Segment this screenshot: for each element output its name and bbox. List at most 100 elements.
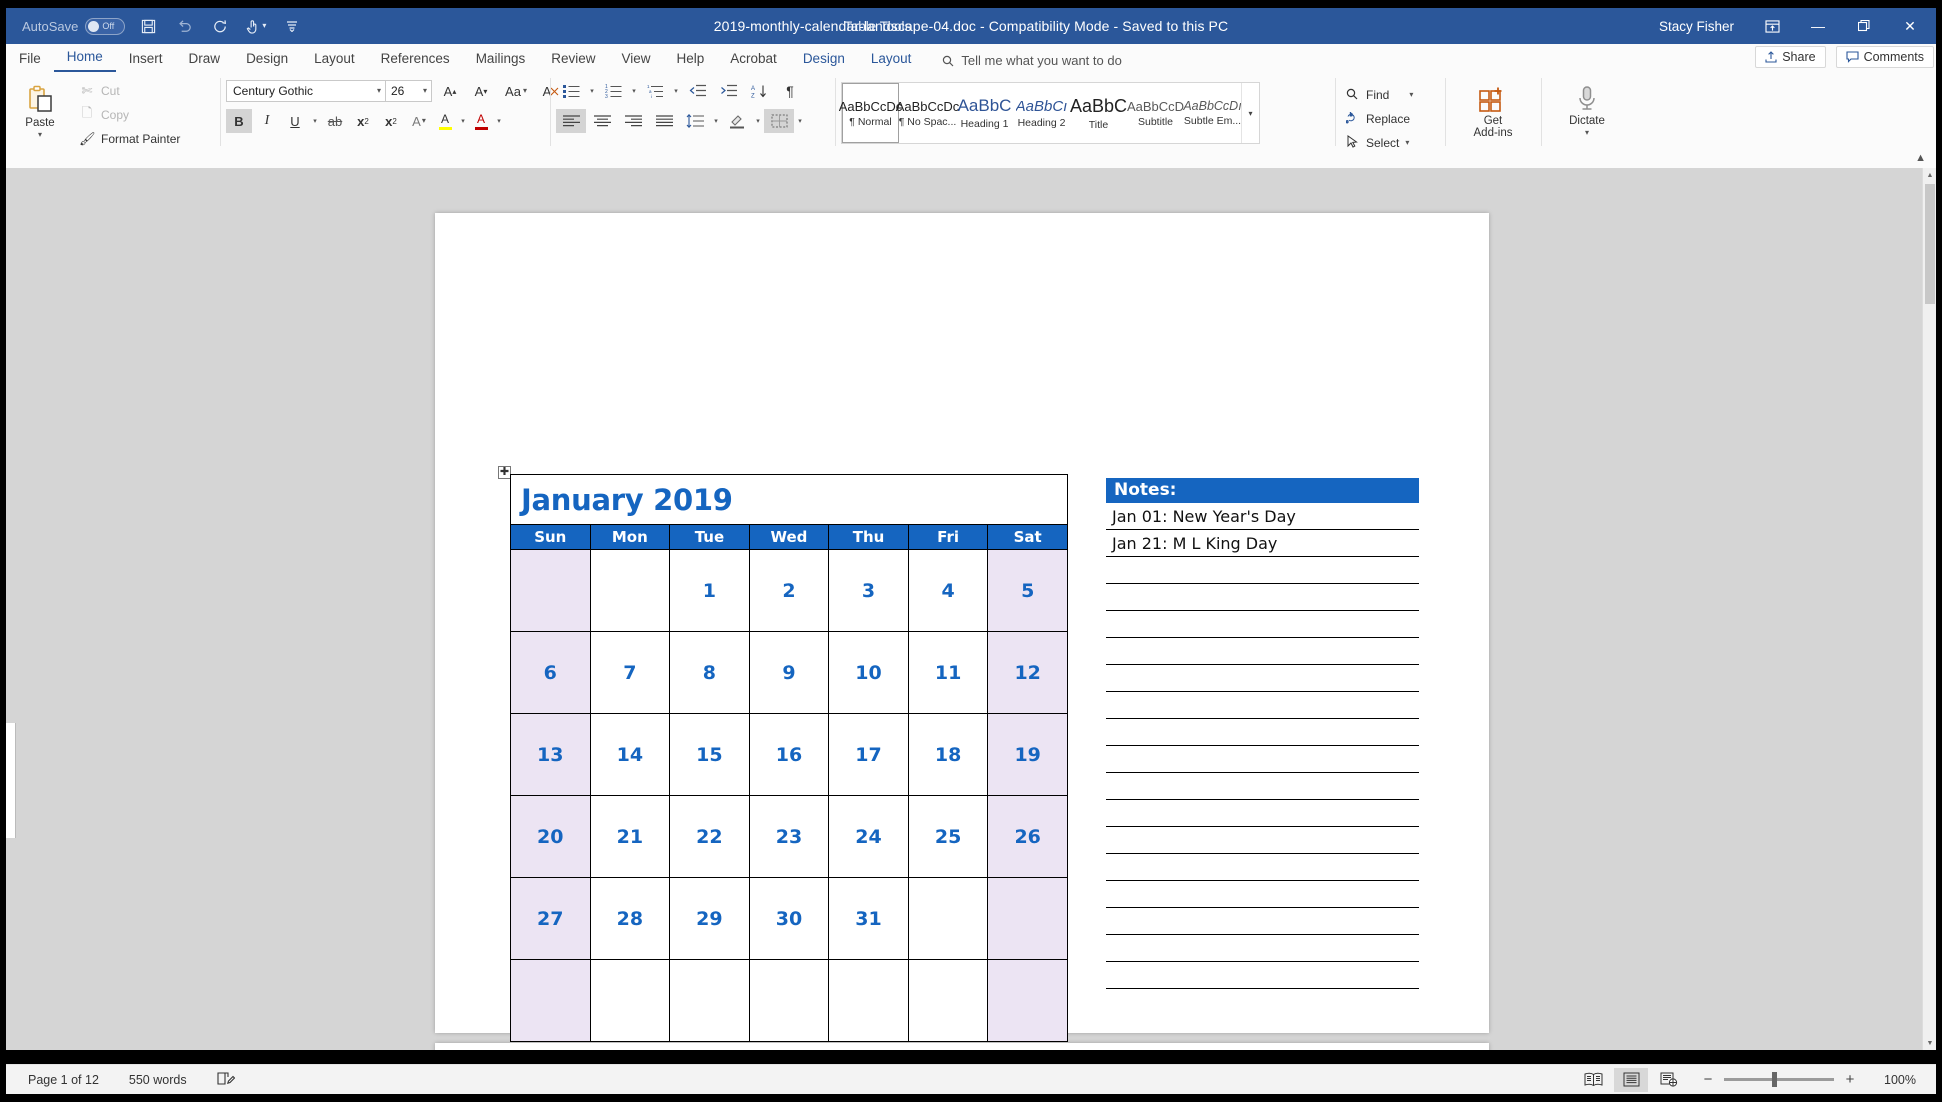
paste-button[interactable]: Paste ▾	[12, 82, 68, 139]
get-addins-button[interactable]: Get Add-ins	[1455, 82, 1531, 139]
calendar-day-31[interactable]: 31	[828, 877, 909, 960]
text-effects-button[interactable]: A ▾	[406, 109, 432, 133]
change-case-button[interactable]: Aa ▾	[499, 79, 533, 103]
find-caret-icon[interactable]: ▾	[1409, 91, 1413, 99]
style-subtitle[interactable]: AaBbCcD Subtitle	[1127, 83, 1184, 143]
read-mode-icon[interactable]	[1576, 1068, 1610, 1092]
note-blank-line[interactable]	[1106, 773, 1419, 800]
select-caret-icon[interactable]: ▾	[1405, 139, 1409, 147]
collapse-ribbon-icon[interactable]: ▲	[1915, 152, 1926, 164]
zoom-slider-thumb[interactable]	[1772, 1072, 1777, 1087]
shading-caret-icon[interactable]: ▾	[753, 117, 763, 125]
cut-button[interactable]: ✄ Cut	[76, 80, 186, 102]
note-blank-line[interactable]	[1106, 908, 1419, 935]
calendar-table[interactable]: January 2019 Sun Mon Tue Wed Thu Fri Sat 1 2 3 4 5 6 7…	[510, 474, 1068, 1042]
ribbon-tab-mailings[interactable]: Mailings	[463, 47, 539, 72]
calendar-day-19[interactable]: 19	[987, 713, 1068, 796]
note-blank-line[interactable]	[1106, 719, 1419, 746]
numbering-caret-icon[interactable]: ▾	[629, 87, 639, 95]
calendar-day-30[interactable]: 30	[748, 877, 830, 960]
find-button[interactable]: Find ▾	[1341, 84, 1419, 106]
calendar-day-1[interactable]: 1	[669, 549, 750, 632]
align-left-icon[interactable]	[556, 109, 586, 133]
calendar-day-28[interactable]: 28	[589, 877, 671, 960]
note-blank-line[interactable]	[1106, 746, 1419, 773]
format-painter-button[interactable]: 🖌 Format Painter	[76, 128, 186, 150]
ribbon-tab-review[interactable]: Review	[538, 47, 608, 72]
calendar-day-26[interactable]: 26	[987, 795, 1068, 878]
font-color-caret-icon[interactable]: ▾	[494, 117, 504, 125]
calendar-day-2[interactable]: 2	[748, 549, 830, 632]
share-button[interactable]: Share	[1755, 46, 1826, 68]
zoom-out-button[interactable]: −	[1702, 1071, 1714, 1088]
style-heading-2[interactable]: AaBbCı Heading 2	[1013, 83, 1070, 143]
dictate-button[interactable]: Dictate ▾	[1559, 82, 1615, 137]
calendar-day-empty[interactable]	[589, 549, 671, 632]
word-count[interactable]: 550 words	[129, 1073, 187, 1087]
calendar-day-15[interactable]: 15	[669, 713, 750, 796]
note-entry[interactable]: Jan 01: New Year's Day	[1106, 503, 1419, 530]
underline-button[interactable]: U	[282, 109, 308, 133]
show-formatting-marks-icon[interactable]: ¶	[775, 79, 805, 103]
copy-button[interactable]: 🗋 Copy	[76, 104, 186, 126]
vertical-scrollbar[interactable]: ▲ ▼	[1922, 168, 1936, 1050]
scroll-down-arrow-icon[interactable]: ▼	[1923, 1036, 1936, 1050]
calendar-day-empty[interactable]	[987, 877, 1068, 960]
ribbon-display-options-icon[interactable]	[1750, 8, 1794, 44]
calendar-month-title[interactable]: January 2019	[510, 474, 1068, 525]
calendar-day-empty[interactable]	[907, 877, 989, 960]
bold-button[interactable]: B	[226, 109, 252, 133]
calendar-day-10[interactable]: 10	[828, 631, 909, 714]
ribbon-tab-view[interactable]: View	[608, 47, 663, 72]
ribbon-tab-design-table[interactable]: Design	[790, 47, 858, 72]
account-name[interactable]: Stacy Fisher	[1659, 19, 1734, 34]
ribbon-tab-draw[interactable]: Draw	[176, 47, 234, 72]
note-blank-line[interactable]	[1106, 611, 1419, 638]
calendar-day-22[interactable]: 22	[669, 795, 750, 878]
calendar-day-empty[interactable]	[748, 959, 830, 1042]
calendar-day-6[interactable]: 6	[510, 631, 591, 714]
numbering-icon[interactable]: 123	[598, 79, 628, 103]
style-title[interactable]: AaBbC Title	[1070, 83, 1127, 143]
ribbon-tab-home[interactable]: Home	[53, 45, 116, 72]
select-button[interactable]: Select ▾	[1341, 132, 1419, 154]
calendar-day-25[interactable]: 25	[907, 795, 989, 878]
calendar-day-21[interactable]: 21	[589, 795, 671, 878]
highlight-color-button[interactable]: A	[434, 109, 456, 133]
vertical-scroll-thumb[interactable]	[1925, 184, 1935, 304]
calendar-day-7[interactable]: 7	[589, 631, 671, 714]
decrease-indent-icon[interactable]	[682, 79, 712, 103]
note-blank-line[interactable]	[1106, 665, 1419, 692]
line-spacing-caret-icon[interactable]: ▾	[711, 117, 721, 125]
italic-button[interactable]: I	[254, 109, 280, 133]
highlight-caret-icon[interactable]: ▾	[458, 117, 468, 125]
ribbon-tab-layout[interactable]: Layout	[301, 47, 368, 72]
minimize-button[interactable]: —	[1796, 8, 1840, 44]
style-no-spac[interactable]: AaBbCcDc ¶ No Spac...	[896, 83, 960, 143]
print-layout-icon[interactable]	[1614, 1067, 1648, 1092]
shading-icon[interactable]	[722, 109, 752, 133]
ribbon-tab-design[interactable]: Design	[233, 47, 301, 72]
dictate-caret-icon[interactable]: ▾	[1585, 129, 1589, 137]
proofing-errors-icon[interactable]	[217, 1071, 235, 1089]
zoom-in-button[interactable]: +	[1844, 1071, 1856, 1088]
note-blank-line[interactable]	[1106, 881, 1419, 908]
note-blank-line[interactable]	[1106, 692, 1419, 719]
calendar-day-16[interactable]: 16	[748, 713, 830, 796]
calendar-day-8[interactable]: 8	[669, 631, 750, 714]
web-layout-icon[interactable]	[1652, 1068, 1686, 1092]
styles-gallery[interactable]: AaBbCcDc ¶ Normal AaBbCcDc ¶ No Spac... AaBb…	[839, 82, 1260, 144]
font-name-caret-icon[interactable]: ▾	[377, 87, 381, 95]
borders-caret-icon[interactable]: ▾	[795, 117, 805, 125]
scroll-up-arrow-icon[interactable]: ▲	[1923, 168, 1936, 182]
zoom-control[interactable]: − + 100%	[1702, 1071, 1916, 1088]
replace-button[interactable]: bc Replace	[1341, 108, 1419, 130]
bullets-caret-icon[interactable]: ▾	[587, 87, 597, 95]
calendar-day-18[interactable]: 18	[907, 713, 989, 796]
calendar-day-13[interactable]: 13	[510, 713, 591, 796]
style-subtle-em[interactable]: AaBbCcDı Subtle Em...	[1183, 83, 1241, 143]
calendar-day-27[interactable]: 27	[510, 877, 591, 960]
note-blank-line[interactable]	[1106, 557, 1419, 584]
styles-gallery-more-icon[interactable]: ▾	[1241, 83, 1259, 143]
close-button[interactable]: ✕	[1888, 8, 1932, 44]
